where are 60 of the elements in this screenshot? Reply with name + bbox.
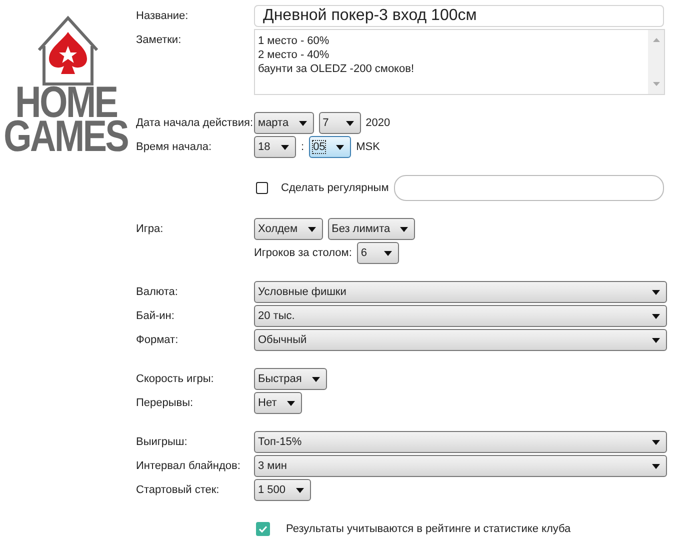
caret-icon [652, 290, 660, 294]
field-label: Время начала: [136, 140, 213, 153]
dropdown[interactable]: Холдем [254, 218, 323, 240]
caret-icon [308, 226, 316, 232]
dropdown[interactable]: Нет [254, 392, 302, 414]
dropdown[interactable]: Условные фишки [254, 281, 667, 303]
dropdown[interactable]: 1 500 [254, 479, 311, 501]
field-label: Выигрыш: [136, 435, 188, 448]
scroll-up-icon[interactable] [652, 38, 660, 42]
dropdown[interactable]: Быстрая [254, 368, 327, 390]
dropdown[interactable]: Без лимита [328, 218, 416, 240]
caret-icon [312, 376, 320, 382]
field-label: Название: [136, 9, 190, 22]
name-field[interactable]: Дневной покер-3 вход 100см [254, 5, 664, 27]
caret-icon [400, 226, 408, 232]
field-label: Дата начала действия: [136, 116, 254, 129]
caret-icon [652, 464, 660, 468]
dropdown[interactable]: марта [254, 112, 314, 134]
dropdown[interactable]: 3 мин [254, 455, 667, 477]
checkbox-label: Сделать регулярным [281, 182, 389, 194]
field-label: Валюта: [136, 285, 179, 298]
field-text: Игроков за столом: [254, 247, 352, 259]
checkbox[interactable] [256, 522, 270, 536]
field-text: MSK [356, 141, 380, 153]
dropdown[interactable]: 7 [318, 112, 361, 134]
field-label: Формат: [136, 333, 180, 346]
scroll-down-icon[interactable] [652, 82, 660, 86]
caret-icon [336, 144, 344, 150]
checkbox[interactable] [256, 182, 268, 194]
caret-icon [652, 440, 660, 444]
caret-icon [346, 120, 354, 126]
caret-icon [298, 120, 307, 126]
field-label: Заметки: [136, 33, 182, 46]
field-label: Игра: [136, 222, 164, 235]
field-label: Стартовый стек: [136, 483, 220, 496]
caret-icon [281, 144, 289, 150]
caret-icon [296, 488, 304, 492]
field-text: : [301, 141, 304, 153]
checkbox-label: Результаты учитываются в рейтинге и статистике клуба [286, 523, 571, 535]
caret-icon [286, 400, 295, 406]
logo-text: GAMES [4, 120, 128, 154]
dropdown[interactable]: 20 тыс. [254, 305, 667, 327]
field-label: Скорость игры: [136, 372, 215, 385]
caret-icon [384, 250, 392, 256]
scrollbar[interactable] [648, 30, 664, 94]
dropdown[interactable]: Топ-15% [254, 431, 667, 453]
logo-text: HOME [15, 86, 117, 120]
dropdown[interactable]: 05 [309, 136, 352, 158]
field-label: Бай-ин: [136, 309, 176, 322]
field-text: 2020 [366, 117, 390, 129]
dropdown[interactable]: 6 [356, 242, 399, 264]
caret-icon [652, 314, 660, 318]
field-label: Интервал блайндов: [136, 459, 242, 472]
notes-field[interactable]: 1 место - 60% 2 место - 40% баунти за OLEDZ -200 смоков! [254, 29, 665, 95]
field-label: Перерывы: [136, 396, 194, 409]
dropdown[interactable]: 18 [254, 136, 296, 158]
caret-icon [652, 338, 660, 342]
repeat-field[interactable] [394, 175, 664, 201]
dropdown[interactable]: Обычный [254, 329, 667, 351]
notes-text: 1 место - 60% 2 место - 40% баунти за OLEDZ -200 смоков! [257, 34, 416, 77]
